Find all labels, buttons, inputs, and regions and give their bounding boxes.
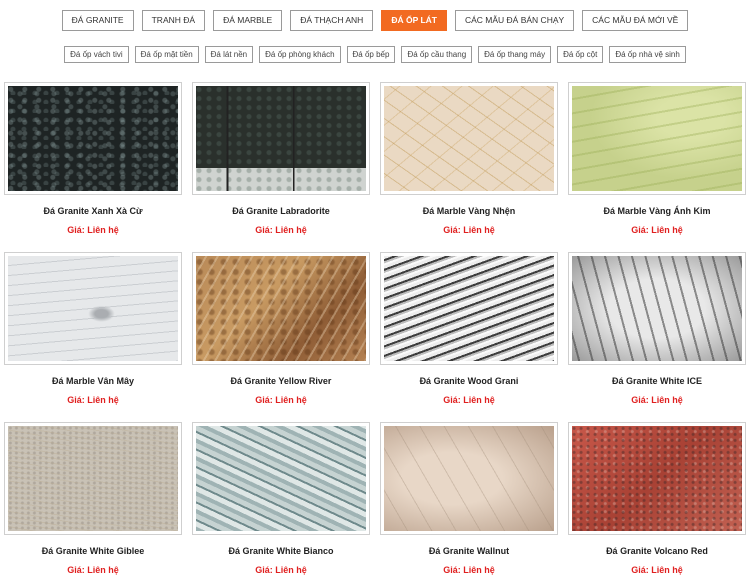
- product-image[interactable]: [568, 82, 746, 195]
- product-image[interactable]: [192, 252, 370, 365]
- stone-swatch: [572, 426, 742, 531]
- product-title[interactable]: Đá Granite Wood Grani: [380, 376, 558, 386]
- filter-thang-may[interactable]: Đá ốp thang máy: [478, 46, 552, 63]
- product-price: Giá: Liên hệ: [443, 395, 495, 405]
- filter-cot[interactable]: Đá ốp cột: [557, 46, 604, 63]
- product-card[interactable]: Đá Granite White ICE Giá: Liên hệ: [568, 252, 746, 405]
- tab-new-arrivals[interactable]: CÁC MẪU ĐÁ MỚI VỀ: [582, 10, 689, 31]
- product-image[interactable]: [380, 252, 558, 365]
- filter-phong-khach[interactable]: Đá ốp phòng khách: [259, 46, 341, 63]
- subcategory-filters: Đá ốp vách tivi Đá ốp mặt tiền Đá lát nề…: [0, 46, 750, 63]
- product-price: Giá: Liên hệ: [255, 225, 307, 235]
- product-price: Giá: Liên hệ: [631, 395, 683, 405]
- stone-swatch: [8, 426, 178, 531]
- tab-da-marble[interactable]: ĐÁ MARBLE: [213, 10, 283, 31]
- product-title[interactable]: Đá Granite Wallnut: [380, 546, 558, 556]
- filter-mat-tien[interactable]: Đá ốp mặt tiền: [134, 46, 199, 63]
- product-title[interactable]: Đá Granite Yellow River: [192, 376, 370, 386]
- filter-cau-thang[interactable]: Đá ốp cầu thang: [401, 46, 473, 63]
- product-price: Giá: Liên hệ: [67, 395, 119, 405]
- category-tabs: ĐÁ GRANITE TRANH ĐÁ ĐÁ MARBLE ĐÁ THẠCH A…: [0, 10, 750, 31]
- product-card[interactable]: Đá Granite White Bianco Giá: Liên hệ: [192, 422, 370, 575]
- product-price: Giá: Liên hệ: [67, 565, 119, 575]
- product-price: Giá: Liên hệ: [255, 565, 307, 575]
- stone-swatch: [572, 86, 742, 191]
- product-price: Giá: Liên hệ: [67, 225, 119, 235]
- product-image[interactable]: [568, 252, 746, 365]
- product-card[interactable]: Đá Granite Xanh Xà Cừ Giá: Liên hệ: [4, 82, 182, 235]
- product-image[interactable]: [192, 422, 370, 535]
- stone-swatch: [572, 256, 742, 361]
- product-card[interactable]: Đá Marble Vân Mây Giá: Liên hệ: [4, 252, 182, 405]
- filter-lat-nen[interactable]: Đá lát nền: [204, 46, 254, 63]
- product-card[interactable]: Đá Granite Wood Grani Giá: Liên hệ: [380, 252, 558, 405]
- product-title[interactable]: Đá Granite White Giblee: [4, 546, 182, 556]
- product-price: Giá: Liên hệ: [631, 565, 683, 575]
- filter-vach-tivi[interactable]: Đá ốp vách tivi: [64, 46, 129, 63]
- product-price: Giá: Liên hệ: [631, 225, 683, 235]
- product-image[interactable]: [380, 422, 558, 535]
- product-card[interactable]: Đá Granite Wallnut Giá: Liên hệ: [380, 422, 558, 575]
- product-image[interactable]: [568, 422, 746, 535]
- product-image[interactable]: [4, 82, 182, 195]
- product-image[interactable]: [4, 252, 182, 365]
- tab-da-granite[interactable]: ĐÁ GRANITE: [61, 10, 134, 31]
- stone-swatch: [8, 256, 178, 361]
- tab-tranh-da[interactable]: TRANH ĐÁ: [141, 10, 206, 31]
- product-image[interactable]: [192, 82, 370, 195]
- product-price: Giá: Liên hệ: [443, 225, 495, 235]
- stone-swatch: [384, 256, 554, 361]
- product-card[interactable]: Đá Granite Labradorite Giá: Liên hệ: [192, 82, 370, 235]
- product-card[interactable]: Đá Marble Vàng Ánh Kim Giá: Liên hệ: [568, 82, 746, 235]
- tab-da-thach-anh[interactable]: ĐÁ THẠCH ANH: [290, 10, 374, 31]
- tab-da-op-lat[interactable]: ĐÁ ỐP LÁT: [381, 10, 447, 31]
- filter-nha-ve-sinh[interactable]: Đá ốp nhà vệ sinh: [609, 46, 686, 63]
- filter-bep[interactable]: Đá ốp bếp: [346, 46, 396, 63]
- product-card[interactable]: Đá Granite Volcano Red Giá: Liên hệ: [568, 422, 746, 575]
- product-title[interactable]: Đá Marble Vàng Ánh Kim: [568, 206, 746, 216]
- product-price: Giá: Liên hệ: [255, 395, 307, 405]
- product-title[interactable]: Đá Granite Labradorite: [192, 206, 370, 216]
- stone-swatch: [196, 86, 366, 191]
- stone-swatch: [384, 86, 554, 191]
- tab-best-sellers[interactable]: CÁC MẪU ĐÁ BÁN CHẠY: [454, 10, 575, 31]
- stone-swatch: [196, 256, 366, 361]
- stone-swatch: [384, 426, 554, 531]
- stone-swatch: [8, 86, 178, 191]
- product-image[interactable]: [4, 422, 182, 535]
- product-title[interactable]: Đá Marble Vân Mây: [4, 376, 182, 386]
- product-title[interactable]: Đá Granite Volcano Red: [568, 546, 746, 556]
- product-title[interactable]: Đá Granite White Bianco: [192, 546, 370, 556]
- product-title[interactable]: Đá Granite White ICE: [568, 376, 746, 386]
- product-card[interactable]: Đá Granite Yellow River Giá: Liên hệ: [192, 252, 370, 405]
- product-card[interactable]: Đá Granite White Giblee Giá: Liên hệ: [4, 422, 182, 575]
- product-title[interactable]: Đá Granite Xanh Xà Cừ: [4, 206, 182, 216]
- product-title[interactable]: Đá Marble Vàng Nhện: [380, 206, 558, 216]
- product-price: Giá: Liên hệ: [443, 565, 495, 575]
- product-image[interactable]: [380, 82, 558, 195]
- product-card[interactable]: Đá Marble Vàng Nhện Giá: Liên hệ: [380, 82, 558, 235]
- stone-swatch: [196, 426, 366, 531]
